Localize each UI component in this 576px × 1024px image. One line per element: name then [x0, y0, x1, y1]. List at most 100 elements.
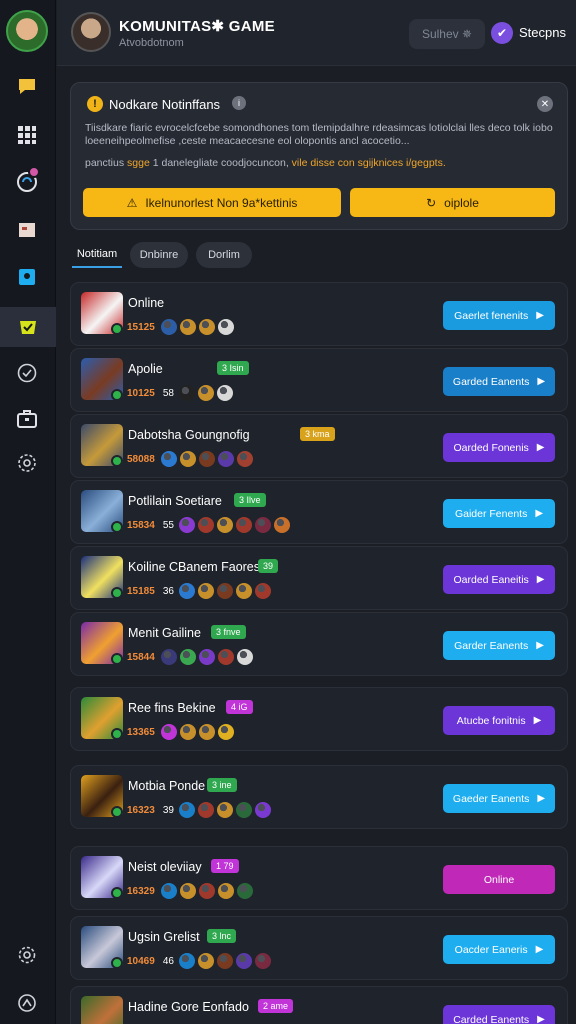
- achievement-icon: [198, 883, 215, 899]
- game-tag: 3 kma: [300, 427, 335, 441]
- info-icon[interactable]: i: [232, 96, 246, 110]
- online-status-dot: [111, 957, 123, 969]
- game-name: Dabotsha Goungnofig: [128, 428, 250, 442]
- gamepad-icon[interactable]: [0, 307, 56, 347]
- achievement-icon: [160, 724, 177, 740]
- achievement-icon: [216, 953, 233, 969]
- game-action-label: Gaeder Eanents: [452, 792, 530, 805]
- briefcase-icon[interactable]: [10, 404, 44, 434]
- user-avatar[interactable]: [6, 10, 48, 52]
- game-action-button[interactable]: Gaerlet fenenits ▶: [443, 301, 555, 330]
- settings-link[interactable]: Stecpns: [519, 25, 566, 40]
- game-action-button[interactable]: Online: [443, 865, 555, 894]
- settings-icon[interactable]: [10, 940, 44, 970]
- achievement-icon: [198, 451, 215, 467]
- achievement-icon: [197, 583, 214, 599]
- game-row[interactable]: Motbia Ponde 3 ine 16323 39 Gaeder Eanents ▶: [70, 765, 568, 829]
- game-name: Motbia Ponde: [128, 779, 206, 793]
- game-meta: 16329: [127, 883, 253, 899]
- notice-body: Tiisdkare fiaric evrocelcfcebe somondhon…: [85, 122, 553, 147]
- logout-icon[interactable]: [10, 988, 44, 1018]
- game-row[interactable]: Ree fins Bekine 4 iG 13365 Atucbe fonitnis ▶: [70, 687, 568, 751]
- game-tag: 2 ame: [258, 999, 294, 1013]
- achievement-icon: [197, 385, 214, 401]
- game-row[interactable]: Potlilain Soetiare 3 Ilve 15834 55 Gaider Fe…: [70, 480, 568, 544]
- game-thumbnail: [81, 996, 123, 1024]
- game-action-button[interactable]: Gaider Fenents ▶: [443, 499, 555, 528]
- phone-icon[interactable]: [10, 262, 44, 292]
- player-count: 58088: [127, 453, 155, 465]
- game-action-label: Gaerlet fenenits: [454, 309, 529, 322]
- refresh-icon: ↻: [426, 195, 437, 210]
- achievement-icon: [216, 517, 233, 533]
- achievement-icon: [217, 883, 234, 899]
- game-row[interactable]: Dabotsha Goungnofig 3 kma 58088 Oarded Fone…: [70, 414, 568, 478]
- game-meta: 13365: [127, 724, 234, 740]
- achievement-icon: [235, 583, 252, 599]
- controller-icon[interactable]: [10, 166, 44, 196]
- notification-panel: ! Nodkare Notinffans i ✕ Tiisdkare fiari…: [70, 82, 568, 230]
- game-action-button[interactable]: Oarded Eaneitis ▶: [443, 565, 555, 594]
- game-name: Ugsin Grelist: [128, 930, 200, 944]
- game-row[interactable]: Ugsin Grelist 3 lnc 10469 46 Oacder Eaneris ▶: [70, 916, 568, 980]
- game-row[interactable]: Menit Gailine 3 fnve 15844 Garder Eanents ▶: [70, 612, 568, 676]
- game-row[interactable]: Neist oleviiay 1 79 16329 Online: [70, 846, 568, 910]
- achievement-icon: [216, 385, 233, 401]
- game-action-button[interactable]: Carded Eanents ▶: [443, 1005, 555, 1024]
- online-status-dot: [111, 521, 123, 533]
- achievement-icon: [216, 802, 233, 818]
- close-icon[interactable]: ✕: [537, 96, 553, 112]
- game-tag: 39: [258, 559, 279, 573]
- game-row[interactable]: Hadine Gore Eonfado 2 ame Carded Eanents ▶: [70, 986, 568, 1024]
- game-row[interactable]: Online 15125 Gaerlet fenenits ▶: [70, 282, 568, 346]
- play-icon: ▶: [536, 574, 545, 585]
- game-row[interactable]: Koiline CBanem Faores 39 15185 36 Oarded Ean…: [70, 546, 568, 610]
- card-icon[interactable]: [10, 214, 44, 244]
- online-status-dot: [111, 653, 123, 665]
- achievement-icon: [160, 319, 177, 335]
- play-icon: ▶: [537, 376, 546, 387]
- game-action-label: Oarded Eaneitis: [453, 573, 529, 586]
- game-meta: 10469 46: [127, 953, 271, 969]
- player-count: 15834: [127, 519, 155, 531]
- tab-dnbinre[interactable]: Dnbinre: [130, 242, 188, 268]
- achievement-icon: [178, 583, 195, 599]
- tab-dorlim[interactable]: Dorlim: [196, 242, 252, 268]
- game-action-button[interactable]: Gaeder Eanents ▶: [443, 784, 555, 813]
- page-subtitle: Atvobdotnom: [119, 37, 184, 49]
- play-icon: ▶: [536, 310, 544, 321]
- play-icon: ▶: [536, 640, 544, 651]
- online-status-dot: [111, 455, 123, 467]
- game-row[interactable]: Apolie 3 Isin 10125 58 Garded Eanents ▶: [70, 348, 568, 412]
- achievement-icon: [179, 724, 196, 740]
- apps-grid-icon[interactable]: [10, 120, 44, 150]
- game-action-label: Garded Eanents: [452, 375, 530, 388]
- game-stat-number: 46: [162, 955, 174, 967]
- game-action-button[interactable]: Garder Eanents ▶: [443, 631, 555, 660]
- tab-notitiam[interactable]: Notitiam: [72, 242, 122, 268]
- gear-badge-icon[interactable]: [10, 448, 44, 478]
- game-action-button[interactable]: Atucbe fonitnis ▶: [443, 706, 555, 735]
- header-button[interactable]: Sulhev ✵: [409, 19, 485, 49]
- game-meta: 15185 36: [127, 583, 271, 599]
- achievement-icon: [178, 517, 195, 533]
- check-badge-icon[interactable]: ✔: [491, 22, 513, 44]
- game-action-button[interactable]: Garded Eanents ▶: [443, 367, 555, 396]
- player-count: 10125: [127, 387, 155, 399]
- game-action-label: Gaider Fenents: [454, 507, 528, 520]
- achievement-icon: [235, 953, 252, 969]
- game-action-button[interactable]: Oarded Fonenis ▶: [443, 433, 555, 462]
- game-action-button[interactable]: Oacder Eaneris ▶: [443, 935, 555, 964]
- notice-primary-button[interactable]: ⚠ Ikelnunorlest Non 9a*kettinis: [83, 188, 341, 217]
- notice-secondary-button[interactable]: ↻ oiplole: [350, 188, 555, 217]
- check-circle-icon[interactable]: [10, 358, 44, 388]
- game-action-label: Garder Eanents: [454, 639, 529, 652]
- achievement-icon: [197, 802, 214, 818]
- achievement-icon: [217, 319, 234, 335]
- player-count: 15185: [127, 585, 155, 597]
- game-meta: 10125 58: [127, 385, 233, 401]
- profile-avatar[interactable]: [71, 12, 111, 52]
- game-meta: 15125: [127, 319, 234, 335]
- chat-icon[interactable]: [10, 72, 44, 102]
- achievement-icon: [217, 649, 234, 665]
